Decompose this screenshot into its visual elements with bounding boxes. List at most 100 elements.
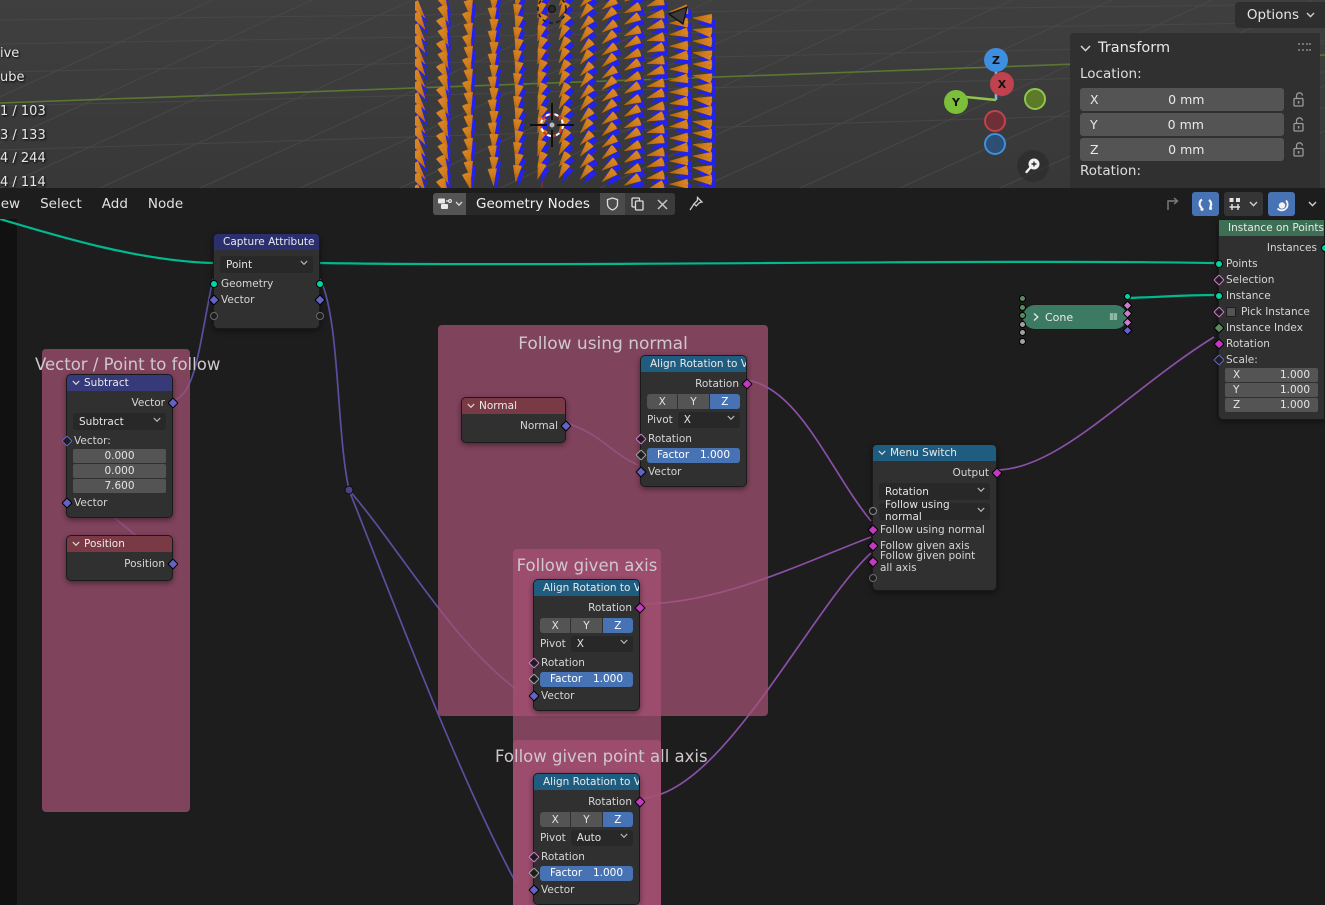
input-socket-radius-top[interactable]	[1019, 320, 1026, 328]
lock-location-z-button[interactable]	[1284, 142, 1312, 157]
vector-a-x-field[interactable]: 0.000	[73, 449, 166, 463]
input-socket-fill-segments[interactable]	[1019, 312, 1026, 319]
viewport-options-button[interactable]: Options	[1234, 2, 1325, 28]
pin-node-tree-button[interactable]	[685, 196, 707, 212]
menu-node[interactable]: Node	[139, 193, 192, 215]
location-x-field[interactable]: X 0 mm	[1080, 88, 1284, 111]
snap-target-dropdown[interactable]	[1224, 192, 1263, 216]
input-socket-side-segments[interactable]	[1019, 303, 1026, 311]
node-cone-collapsed[interactable]: Cone ▮▮	[1022, 304, 1128, 330]
input-socket-radius-bottom[interactable]	[1019, 329, 1026, 336]
vector-math-operation-dropdown[interactable]: Subtract	[73, 413, 166, 430]
axis-button-x[interactable]: X	[540, 618, 571, 633]
proportional-edit-toggle[interactable]	[1268, 192, 1295, 216]
pivot-dropdown[interactable]: X	[570, 636, 633, 652]
node-header[interactable]: Align Rotation to Ve...	[641, 356, 746, 372]
zoom-gizmo[interactable]	[1017, 150, 1049, 182]
axis-button-x[interactable]: X	[540, 812, 571, 827]
extend-socket-left[interactable]	[868, 574, 877, 582]
grip-dots-icon[interactable]	[1298, 43, 1312, 53]
extend-socket-right[interactable]	[315, 312, 324, 320]
output-socket-geometry[interactable]	[315, 280, 324, 288]
output-socket-instances[interactable]	[1320, 244, 1325, 252]
node-menu-switch[interactable]: Menu Switch Output Rotation Follow using	[866, 444, 1003, 591]
axis-button-x[interactable]: X	[647, 394, 678, 409]
menu-select[interactable]: Select	[31, 193, 91, 215]
duplicate-node-tree-button[interactable]	[624, 193, 650, 215]
node-header[interactable]: Align Rotation to Ve...	[534, 774, 639, 790]
input-socket-instance[interactable]	[1214, 292, 1223, 300]
input-socket-depth[interactable]	[1019, 337, 1026, 345]
axis-button-z[interactable]: Z	[709, 394, 740, 409]
factor-slider[interactable]: Factor 1.000	[647, 447, 740, 463]
gizmo-ball-z[interactable]: Z	[984, 48, 1008, 72]
axis-button-y[interactable]: Y	[571, 812, 602, 827]
axis-button-y[interactable]: Y	[571, 618, 602, 633]
menu-switch-datatype-dropdown[interactable]: Rotation	[879, 483, 990, 500]
unlink-node-tree-button[interactable]	[649, 193, 675, 215]
pivot-dropdown[interactable]: X	[677, 412, 740, 428]
fake-user-button[interactable]	[599, 193, 625, 215]
node-instance-on-points[interactable]: Instance on Points Instances Points Sele…	[1212, 219, 1325, 420]
output-socket-mesh[interactable]	[1124, 293, 1131, 300]
input-socket-vertices[interactable]	[1019, 295, 1026, 302]
node-header[interactable]: Instance on Points	[1219, 220, 1324, 236]
input-socket-points[interactable]	[1214, 260, 1223, 268]
node-position[interactable]: Position Position	[66, 535, 179, 581]
pick-instance-checkbox[interactable]	[1226, 307, 1236, 317]
factor-slider[interactable]: Factor 1.000	[540, 865, 633, 881]
node-align-rotation-to-vector-2[interactable]: Align Rotation to Ve... Rotation X Y Z P…	[527, 579, 646, 711]
scale-x-field[interactable]: X 1.000	[1225, 368, 1318, 382]
scale-z-field[interactable]: Z 1.000	[1225, 398, 1318, 412]
gizmo-ball-x[interactable]: X	[990, 72, 1014, 96]
node-header[interactable]: Position	[67, 536, 172, 552]
node-header[interactable]: Normal	[462, 398, 565, 414]
node-vector-math-subtract[interactable]: Subtract Vector Subtract Vector: 0.000 0…	[60, 374, 179, 518]
input-socket-menu[interactable]	[868, 507, 877, 515]
axis-button-z[interactable]: Z	[602, 618, 633, 633]
vector-a-y-field[interactable]: 0.000	[73, 464, 166, 478]
pivot-dropdown[interactable]: Auto	[570, 830, 633, 846]
gizmo-ball-neg-x[interactable]	[984, 110, 1006, 132]
location-y-field[interactable]: Y 0 mm	[1080, 113, 1284, 136]
instanced-cone-mesh[interactable]	[415, 0, 715, 188]
menu-add[interactable]: Add	[93, 193, 137, 215]
gizmo-ball-neg-z[interactable]	[984, 133, 1006, 155]
location-z-field[interactable]: Z 0 mm	[1080, 138, 1284, 161]
node-editor-canvas[interactable]: Vector / Point to follow Follow using no…	[0, 219, 1325, 905]
gizmo-ball-y[interactable]: Y	[944, 90, 968, 114]
capture-domain-dropdown[interactable]: Point	[220, 256, 313, 273]
proportional-falloff-dropdown[interactable]	[1300, 192, 1325, 216]
vector-a-z-field[interactable]: 7.600	[73, 479, 166, 493]
navigation-gizmo[interactable]: Z X Y	[936, 40, 1056, 160]
socket-row-output-rotation: Rotation	[534, 600, 646, 616]
output-socket-uv-map[interactable]	[1122, 325, 1133, 336]
factor-slider[interactable]: Factor 1.000	[540, 671, 633, 687]
snap-toggle[interactable]	[1192, 192, 1219, 216]
node-header[interactable]: Menu Switch	[873, 445, 996, 461]
scale-y-field[interactable]: Y 1.000	[1225, 383, 1318, 397]
node-capture-attribute[interactable]: Capture Attribute Point Geometry Vector	[207, 233, 326, 329]
gizmo-ball-neg-y[interactable]	[1024, 88, 1046, 110]
lock-location-x-button[interactable]	[1284, 92, 1312, 107]
extend-socket-left[interactable]	[209, 312, 218, 320]
node-header[interactable]: Subtract	[67, 375, 172, 391]
pivot-label: Pivot	[647, 414, 673, 426]
node-normal[interactable]: Normal Normal	[461, 397, 572, 443]
node-tree-type-button[interactable]	[433, 193, 466, 215]
input-socket-geometry[interactable]	[209, 280, 218, 288]
3d-viewport[interactable]: ive ube 1 / 103 3 / 133 4 / 244 4 / 114	[0, 0, 1325, 188]
node-header[interactable]: Align Rotation to Ve...	[534, 580, 639, 596]
node-align-rotation-to-vector-3[interactable]: Align Rotation to Ve... Rotation X Y Z P…	[527, 773, 646, 905]
parent-up-button[interactable]	[1159, 192, 1187, 216]
scale-x-axis: X	[1233, 369, 1241, 381]
lock-location-y-button[interactable]	[1284, 117, 1312, 132]
axis-button-y[interactable]: Y	[678, 394, 709, 409]
axis-button-z[interactable]: Z	[602, 812, 633, 827]
menu-switch-selection-dropdown[interactable]: Follow using normal	[879, 499, 990, 523]
node-align-rotation-to-vector-1[interactable]: Align Rotation to Ve... Rotation X Y Z P…	[634, 355, 753, 487]
menu-view[interactable]: iew	[0, 193, 29, 215]
node-header[interactable]: Capture Attribute	[214, 234, 319, 250]
transform-panel-header[interactable]: Transform	[1070, 33, 1320, 62]
node-tree-name[interactable]: Geometry Nodes	[466, 193, 600, 215]
